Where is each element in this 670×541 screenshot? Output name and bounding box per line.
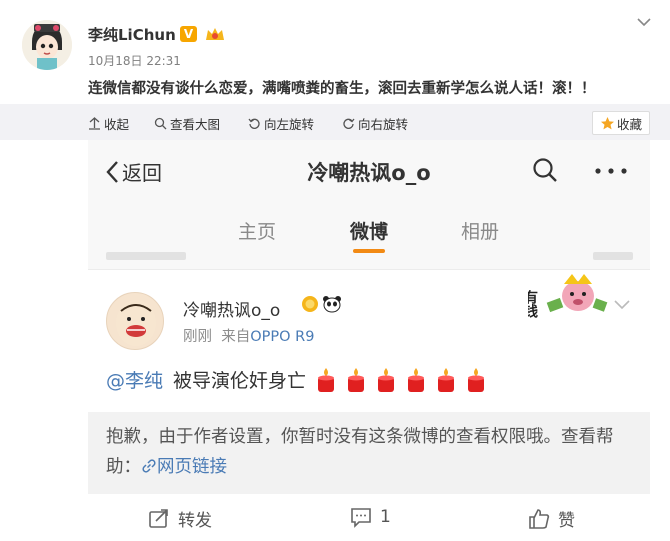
web-link: 网页链接 (157, 457, 227, 477)
candle-icon (408, 367, 425, 392)
username[interactable]: 李纯LiChun (88, 24, 176, 45)
user-avatar[interactable] (22, 20, 72, 70)
candle-icon (468, 367, 485, 392)
like-action: 赞 (528, 506, 575, 531)
image-toolbar: 收起 查看大图 向左旋转 向右旋转 收藏 (0, 104, 670, 140)
candle-icon (348, 367, 365, 392)
inner-time: 刚刚 (183, 329, 212, 345)
repost-action: 转发 (148, 506, 212, 531)
cutoff-text (593, 252, 633, 260)
back-button: 返回 (104, 157, 162, 186)
candle-icon (438, 367, 455, 392)
inner-source: OPPO R9 (250, 329, 315, 345)
view-large-button[interactable]: 查看大图 (154, 114, 220, 133)
chevron-left-icon (106, 160, 118, 183)
sticker-decoration: 有钱 (528, 274, 608, 318)
phone-tabs: 主页 微博 相册 (88, 202, 650, 256)
rotate-right-label: 向右旋转 (358, 117, 409, 132)
inner-post-body: 被导演伦奸身亡 (173, 370, 307, 392)
inner-action-bar: 转发 1 赞 (88, 494, 650, 541)
rotate-left-button[interactable]: 向左旋转 (248, 114, 314, 133)
cutoff-row (88, 252, 650, 270)
comment-count: 1 (380, 507, 391, 527)
like-label: 赞 (558, 511, 575, 531)
back-label: 返回 (122, 161, 162, 185)
comment-icon (351, 508, 371, 528)
view-large-label: 查看大图 (170, 117, 221, 132)
post-header: 李纯LiChun V 10月18日 22:31 连微信都没有谈什么恋爱，满嘴喷粪… (0, 0, 670, 104)
sticker-text: 有钱 (528, 289, 538, 318)
verified-badge: V (180, 26, 197, 42)
candle-emojis (314, 367, 488, 393)
favorite-label: 收藏 (616, 116, 642, 132)
tab-home: 主页 (238, 221, 277, 243)
inner-avatar (106, 292, 164, 350)
inner-source-prefix: 来自 (221, 329, 251, 345)
candle-icon (378, 367, 395, 392)
post-text: 连微信都没有谈什么恋爱，满嘴喷粪的畜生，滚回去重新学怎么说人话！滚！！ (88, 81, 596, 97)
medal-icon (302, 296, 318, 312)
cutoff-text (106, 252, 186, 260)
search-icon (154, 117, 167, 130)
inner-post-text: @李纯 被导演伦奸身亡 (106, 366, 488, 393)
panda-icon (323, 296, 341, 313)
post-time[interactable]: 10月18日 22:31 (88, 52, 181, 69)
collapse-label: 收起 (104, 117, 130, 132)
search-icon (533, 158, 557, 182)
comment-action: 1 (350, 506, 391, 528)
rotate-left-label: 向左旋转 (264, 117, 315, 132)
thumbs-up-icon (529, 508, 550, 529)
candle-icon (318, 367, 335, 392)
favorite-button[interactable]: 收藏 (592, 111, 650, 135)
rotate-left-icon (248, 118, 260, 129)
phone-nav-bar: 冷嘲热讽o_o 返回 (88, 140, 650, 202)
rotate-right-icon (343, 118, 355, 129)
permission-notice: 抱歉，由于作者设置，你暂时没有这条微博的查看权限哦。查看帮助： 网页链接 (88, 412, 650, 494)
inner-username: 冷嘲热讽o_o (183, 301, 281, 321)
star-icon (600, 116, 614, 129)
link-icon (142, 459, 156, 473)
inner-badges (301, 295, 342, 313)
chevron-down-icon[interactable] (636, 16, 652, 28)
chevron-down-icon (614, 300, 630, 310)
collapse-button[interactable]: 收起 (88, 114, 129, 133)
tab-album: 相册 (461, 221, 500, 243)
tab-active-indicator (353, 249, 385, 253)
rotate-right-button[interactable]: 向右旋转 (342, 114, 408, 133)
repost-icon (149, 508, 168, 528)
tab-weibo: 微博 (350, 221, 389, 243)
collapse-icon (89, 117, 100, 130)
phone-nav-title: 冷嘲热讽o_o (307, 161, 431, 185)
inner-meta: 刚刚 来自OPPO R9 (183, 325, 314, 346)
embedded-screenshot[interactable]: 冷嘲热讽o_o 返回 主页 微博 相册 冷嘲热讽o_o 刚刚 来自OPPO R9… (88, 140, 650, 541)
crown-badge-icon (206, 28, 224, 40)
repost-label: 转发 (178, 511, 212, 531)
more-dots-icon (595, 168, 627, 174)
mention-link: @李纯 (106, 370, 164, 392)
